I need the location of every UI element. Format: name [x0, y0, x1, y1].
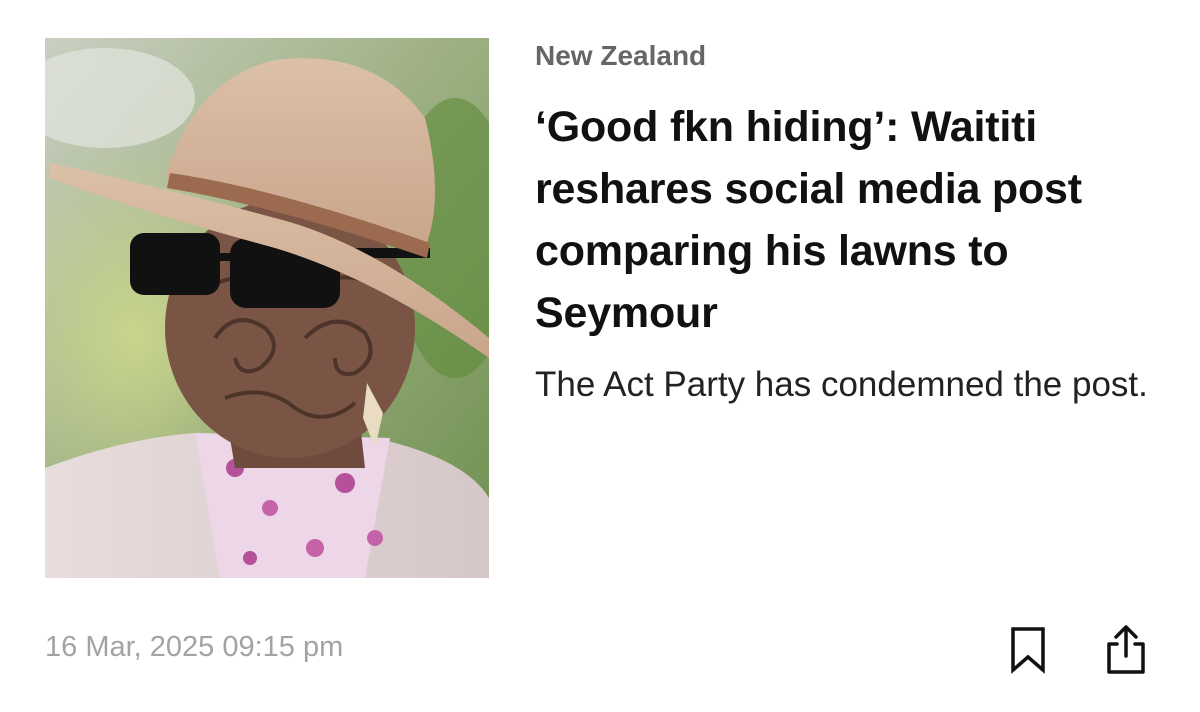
bookmark-icon — [1011, 627, 1045, 674]
article-card[interactable]: New Zealand ‘Good fkn hiding’: Waititi r… — [0, 0, 1200, 712]
article-category[interactable]: New Zealand — [535, 40, 706, 72]
article-thumbnail[interactable] — [45, 38, 489, 578]
article-summary: The Act Party has condemned the post. — [535, 365, 1148, 404]
article-timestamp: 16 Mar, 2025 09:15 pm — [45, 631, 344, 663]
article-headline[interactable]: ‘Good fkn hiding’: Waititi reshares soci… — [535, 96, 1175, 344]
share-icon — [1107, 625, 1145, 674]
share-button[interactable] — [1100, 622, 1152, 678]
bookmark-button[interactable] — [1002, 622, 1054, 678]
